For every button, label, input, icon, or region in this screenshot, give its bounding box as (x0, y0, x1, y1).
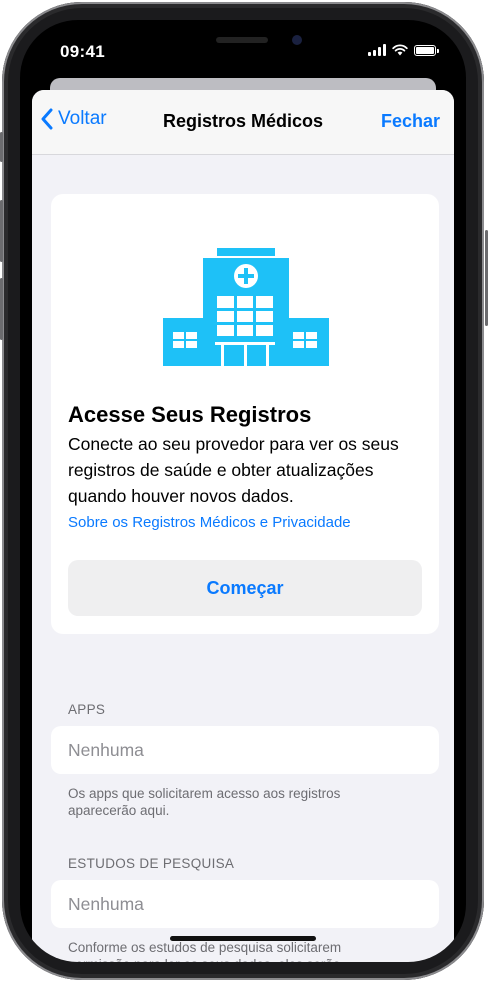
status-time: 09:41 (60, 42, 105, 61)
mute-switch (0, 132, 3, 162)
studies-section-header: ESTUDOS DE PESQUISA (68, 856, 235, 871)
start-button[interactable]: Começar (68, 560, 422, 616)
volume-down-button (0, 278, 3, 340)
medical-records-sheet: Voltar Registros Médicos Fechar Acesse S… (32, 90, 454, 962)
privacy-link[interactable]: Sobre os Registros Médicos e Privacidade (68, 514, 351, 531)
battery-icon (414, 44, 439, 56)
apps-section-header: APPS (68, 702, 106, 717)
apps-section-footer: Os apps que solicitarem acesso aos regis… (68, 786, 341, 818)
apps-row[interactable]: Nenhuma (51, 726, 439, 774)
studies-section-footer: Conforme os estudos de pesquisa solicita… (68, 940, 342, 962)
navigation-bar: Voltar Registros Médicos Fechar (32, 90, 454, 155)
home-indicator[interactable] (170, 936, 316, 941)
status-icons (368, 44, 439, 56)
hospital-icon (163, 248, 329, 366)
front-camera (292, 35, 302, 45)
studies-row[interactable]: Nenhuma (51, 880, 439, 928)
side-power-button (485, 230, 488, 326)
wifi-icon (392, 44, 408, 56)
card-description: Conecte ao seu provedor para ver os seus… (68, 434, 399, 506)
screen: 09:41 Voltar Registros Médicos Fechar Ac… (20, 20, 466, 962)
studies-row-value: Nenhuma (68, 894, 144, 914)
access-records-card: Acesse Seus Registros Conecte ao seu pro… (51, 194, 439, 634)
speaker (216, 37, 268, 43)
close-button[interactable]: Fechar (381, 111, 440, 132)
card-title: Acesse Seus Registros (68, 402, 312, 427)
volume-up-button (0, 200, 3, 262)
cellular-signal-icon (368, 44, 386, 56)
apps-row-value: Nenhuma (68, 740, 144, 760)
